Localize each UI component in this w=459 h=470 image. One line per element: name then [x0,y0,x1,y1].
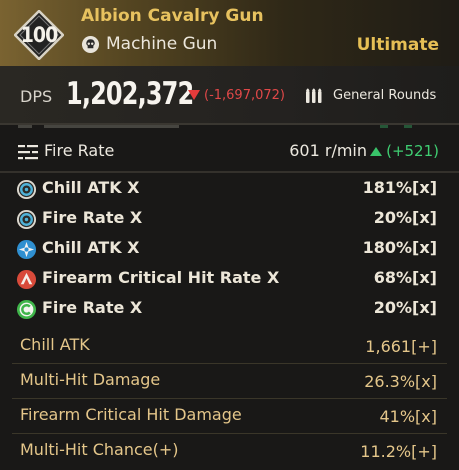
substat-row: Firearm Critical Hit Rate X 68%[x] [0,265,459,295]
stat-label: Firearm Critical Hit Damage [20,405,242,424]
ammo-type-label: General Rounds [333,88,437,103]
fire-rate-value: 601 r/min [289,141,367,160]
substat-row: Chill ATK X 180%[x] [0,235,459,265]
ring-blue-icon [16,179,37,200]
stat-value: 26.3%[x] [364,372,437,391]
dps-label: DPS [20,87,53,106]
substat-value: 20%[x] [373,208,437,227]
stat-row: Chill ATK 1,661[+] [0,329,459,364]
level-badge: 100 [14,10,64,60]
divider [0,171,459,173]
stat-value: 41%[x] [379,407,437,426]
stat-value: 1,661[+] [365,337,437,356]
substat-label: Fire Rate X [42,298,143,317]
substat-value: 20%[x] [373,298,437,317]
decrease-arrow-icon [188,90,200,100]
red-chevron-icon [16,269,37,290]
ammo-icon [306,88,322,103]
stat-label: Multi-Hit Chance(+) [20,440,179,459]
diamond-blue-icon [16,239,37,260]
substat-label: Chill ATK X [42,178,140,197]
dps-delta: (-1,697,072) [204,88,285,103]
stat-label: Multi-Hit Damage [20,370,161,389]
stat-row: Multi-Hit Damage 26.3%[x] [0,364,459,399]
weapon-header: 100 Albion Cavalry Gun Machine Gun Ultim… [0,0,459,66]
stat-row: Multi-Hit Chance(+) 11.2%[+] [0,434,459,469]
ring-blue-icon [16,209,37,230]
level-number: 100 [20,23,58,47]
dps-value: 1,202,372 [66,76,194,112]
green-c-icon [16,299,37,320]
rarity-label: Ultimate [356,35,439,55]
stat-row: Firearm Critical Hit Damage 41%[x] [0,399,459,434]
increase-arrow-icon [370,147,382,156]
scrolled-row-fragment [0,125,459,131]
fire-rate-label: Fire Rate [44,141,115,160]
fire-rate-delta: (+521) [386,142,439,160]
substat-row: Chill ATK X 181%[x] [0,175,459,205]
weapon-name: Albion Cavalry Gun [81,6,264,26]
stat-value: 11.2%[+] [360,442,437,461]
fire-rate-icon [18,145,38,160]
weapon-type: Machine Gun [106,34,218,54]
weapon-tooltip-panel: 100 Albion Cavalry Gun Machine Gun Ultim… [0,0,459,470]
substat-label: Firearm Critical Hit Rate X [42,268,280,287]
substat-row: Fire Rate X 20%[x] [0,205,459,235]
dps-bar: DPS 1,202,372 (-1,697,072) General Round… [0,66,459,124]
substat-label: Fire Rate X [42,208,143,227]
substat-value: 181%[x] [362,178,437,197]
substat-label: Chill ATK X [42,238,140,257]
substat-row: Fire Rate X 20%[x] [0,295,459,325]
stat-label: Chill ATK [20,335,90,354]
skull-icon [81,35,100,54]
substat-value: 180%[x] [362,238,437,257]
fire-rate-row: Fire Rate 601 r/min (+521) [0,135,459,171]
substat-value: 68%[x] [373,268,437,287]
